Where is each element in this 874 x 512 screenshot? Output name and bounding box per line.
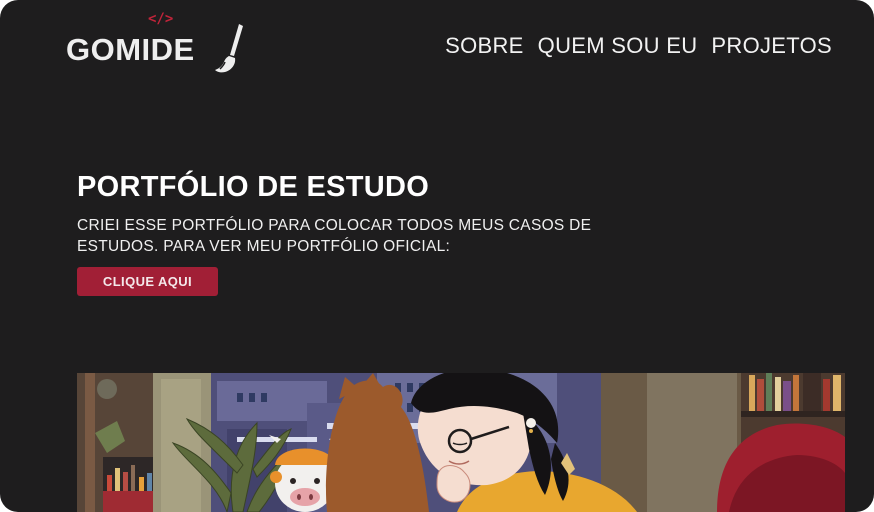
page-title: PORTFÓLIO DE ESTUDO <box>77 171 430 203</box>
hero-section: PORTFÓLIO DE ESTUDO CRIEI ESSE PORTFÓLIO… <box>77 168 637 257</box>
code-brackets-icon: </> <box>148 11 174 27</box>
hero-description: CRIEI ESSE PORTFÓLIO PARA COLOCAR TODOS … <box>77 217 592 255</box>
hero-illustration <box>77 373 845 512</box>
paintbrush-icon <box>215 24 243 73</box>
cta-button[interactable]: CLIQUE AQUI <box>77 267 218 296</box>
app-window: </> GOMIDE SOBRE QUEM SOU EU PROJETOS PO… <box>0 0 874 512</box>
lofi-girl-illustration <box>77 373 845 512</box>
main-nav: SOBRE QUEM SOU EU PROJETOS <box>445 33 832 59</box>
nav-item-sobre[interactable]: SOBRE <box>445 33 524 59</box>
nav-item-projetos[interactable]: PROJETOS <box>711 33 832 59</box>
site-logo[interactable]: </> GOMIDE <box>66 11 256 76</box>
logo-text: GOMIDE <box>66 32 195 67</box>
nav-item-quem-sou-eu[interactable]: QUEM SOU EU <box>538 33 698 59</box>
